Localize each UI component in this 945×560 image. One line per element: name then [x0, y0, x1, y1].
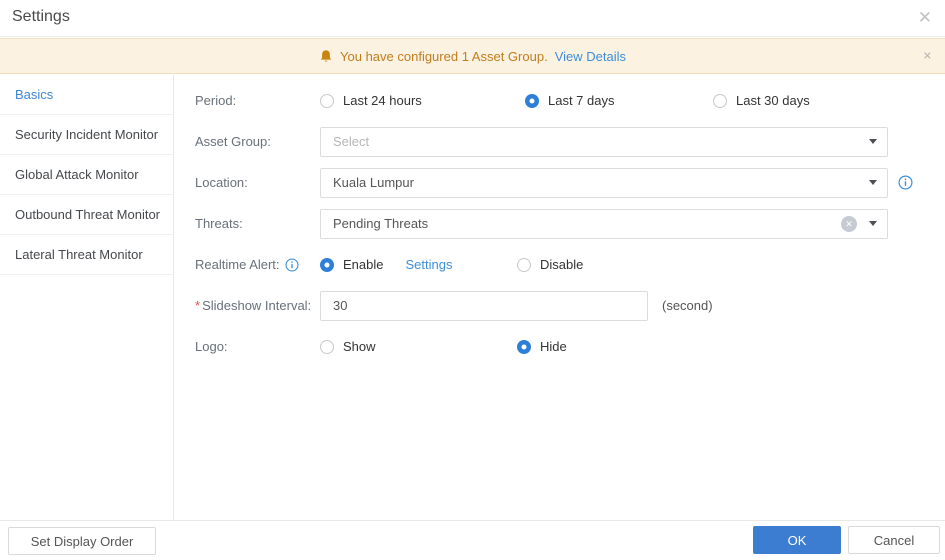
- chevron-down-icon: [869, 221, 877, 226]
- clear-icon[interactable]: ✕: [841, 215, 857, 232]
- notification-banner: You have configured 1 Asset Group. View …: [0, 38, 945, 74]
- asset-group-select[interactable]: Select: [320, 126, 888, 157]
- period-row: Period: Last 24 hours Last 7 days Last 3…: [174, 80, 945, 121]
- radio-icon: [713, 93, 727, 108]
- location-info-icon[interactable]: [898, 175, 913, 190]
- radio-selected-icon: [320, 257, 334, 272]
- banner-close-icon[interactable]: ✕: [923, 50, 932, 63]
- slideshow-interval-row: * Slideshow Interval: (second): [174, 285, 945, 326]
- dialog-header: Settings ✕: [0, 0, 945, 37]
- location-select[interactable]: Kuala Lumpur: [320, 167, 888, 198]
- asset-group-row: Asset Group: Select: [174, 121, 945, 162]
- asset-group-label: Asset Group:: [195, 134, 271, 149]
- view-details-link[interactable]: View Details: [555, 49, 626, 64]
- chevron-down-icon: [869, 139, 877, 144]
- banner-message: You have configured 1 Asset Group.: [340, 48, 548, 64]
- settings-dialog: Settings ✕ You have configured 1 Asset G…: [0, 0, 945, 560]
- sidebar-item-security-incident-monitor[interactable]: Security Incident Monitor: [0, 115, 173, 155]
- sidebar-item-global-attack-monitor[interactable]: Global Attack Monitor: [0, 155, 173, 195]
- slideshow-interval-input[interactable]: [320, 290, 648, 321]
- logo-row: Logo: Show Hide: [174, 326, 945, 367]
- sidebar-item-outbound-threat-monitor[interactable]: Outbound Threat Monitor: [0, 195, 173, 235]
- slideshow-interval-unit: (second): [662, 298, 713, 313]
- realtime-alert-row: Realtime Alert: Enable Settings Disable: [174, 244, 945, 285]
- dialog-body: Basics Security Incident Monitor Global …: [0, 75, 945, 520]
- realtime-alert-settings-link[interactable]: Settings: [405, 257, 452, 272]
- settings-sidebar: Basics Security Incident Monitor Global …: [0, 75, 174, 520]
- radio-icon: [517, 257, 531, 272]
- dialog-title: Settings: [12, 8, 70, 25]
- threats-row: Threats: Pending Threats ✕: [174, 203, 945, 244]
- dialog-footer: Set Display Order OK Cancel: [0, 520, 945, 560]
- sidebar-item-basics[interactable]: Basics: [0, 75, 173, 115]
- logo-label: Logo:: [195, 339, 228, 354]
- radio-selected-icon: [525, 93, 539, 108]
- threats-select[interactable]: Pending Threats ✕: [320, 208, 888, 239]
- radio-icon: [320, 339, 334, 354]
- radio-enable[interactable]: Enable: [320, 257, 383, 272]
- ok-button[interactable]: OK: [753, 526, 841, 554]
- cancel-button[interactable]: Cancel: [848, 526, 940, 554]
- radio-show[interactable]: Show: [320, 339, 517, 354]
- location-label: Location:: [195, 175, 248, 190]
- radio-icon: [320, 93, 334, 108]
- radio-disable[interactable]: Disable: [517, 257, 583, 272]
- radio-last-7-days[interactable]: Last 7 days: [525, 93, 713, 108]
- slideshow-interval-label: * Slideshow Interval:: [195, 298, 312, 313]
- close-icon[interactable]: ✕: [918, 6, 932, 30]
- realtime-alert-label: Realtime Alert:: [174, 257, 320, 272]
- radio-last-24-hours[interactable]: Last 24 hours: [320, 93, 525, 108]
- bell-icon: [319, 49, 333, 64]
- radio-last-30-days[interactable]: Last 30 days: [713, 93, 810, 108]
- sidebar-item-lateral-threat-monitor[interactable]: Lateral Threat Monitor: [0, 235, 173, 275]
- location-row: Location: Kuala Lumpur: [174, 162, 945, 203]
- basics-form: Period: Last 24 hours Last 7 days Last 3…: [174, 75, 945, 520]
- required-mark: *: [195, 298, 201, 313]
- realtime-alert-info-icon[interactable]: [285, 257, 299, 272]
- radio-hide[interactable]: Hide: [517, 339, 567, 354]
- chevron-down-icon: [869, 180, 877, 185]
- threats-label: Threats:: [195, 216, 243, 231]
- set-display-order-button[interactable]: Set Display Order: [8, 527, 156, 555]
- period-label: Period:: [195, 93, 237, 108]
- radio-selected-icon: [517, 339, 531, 354]
